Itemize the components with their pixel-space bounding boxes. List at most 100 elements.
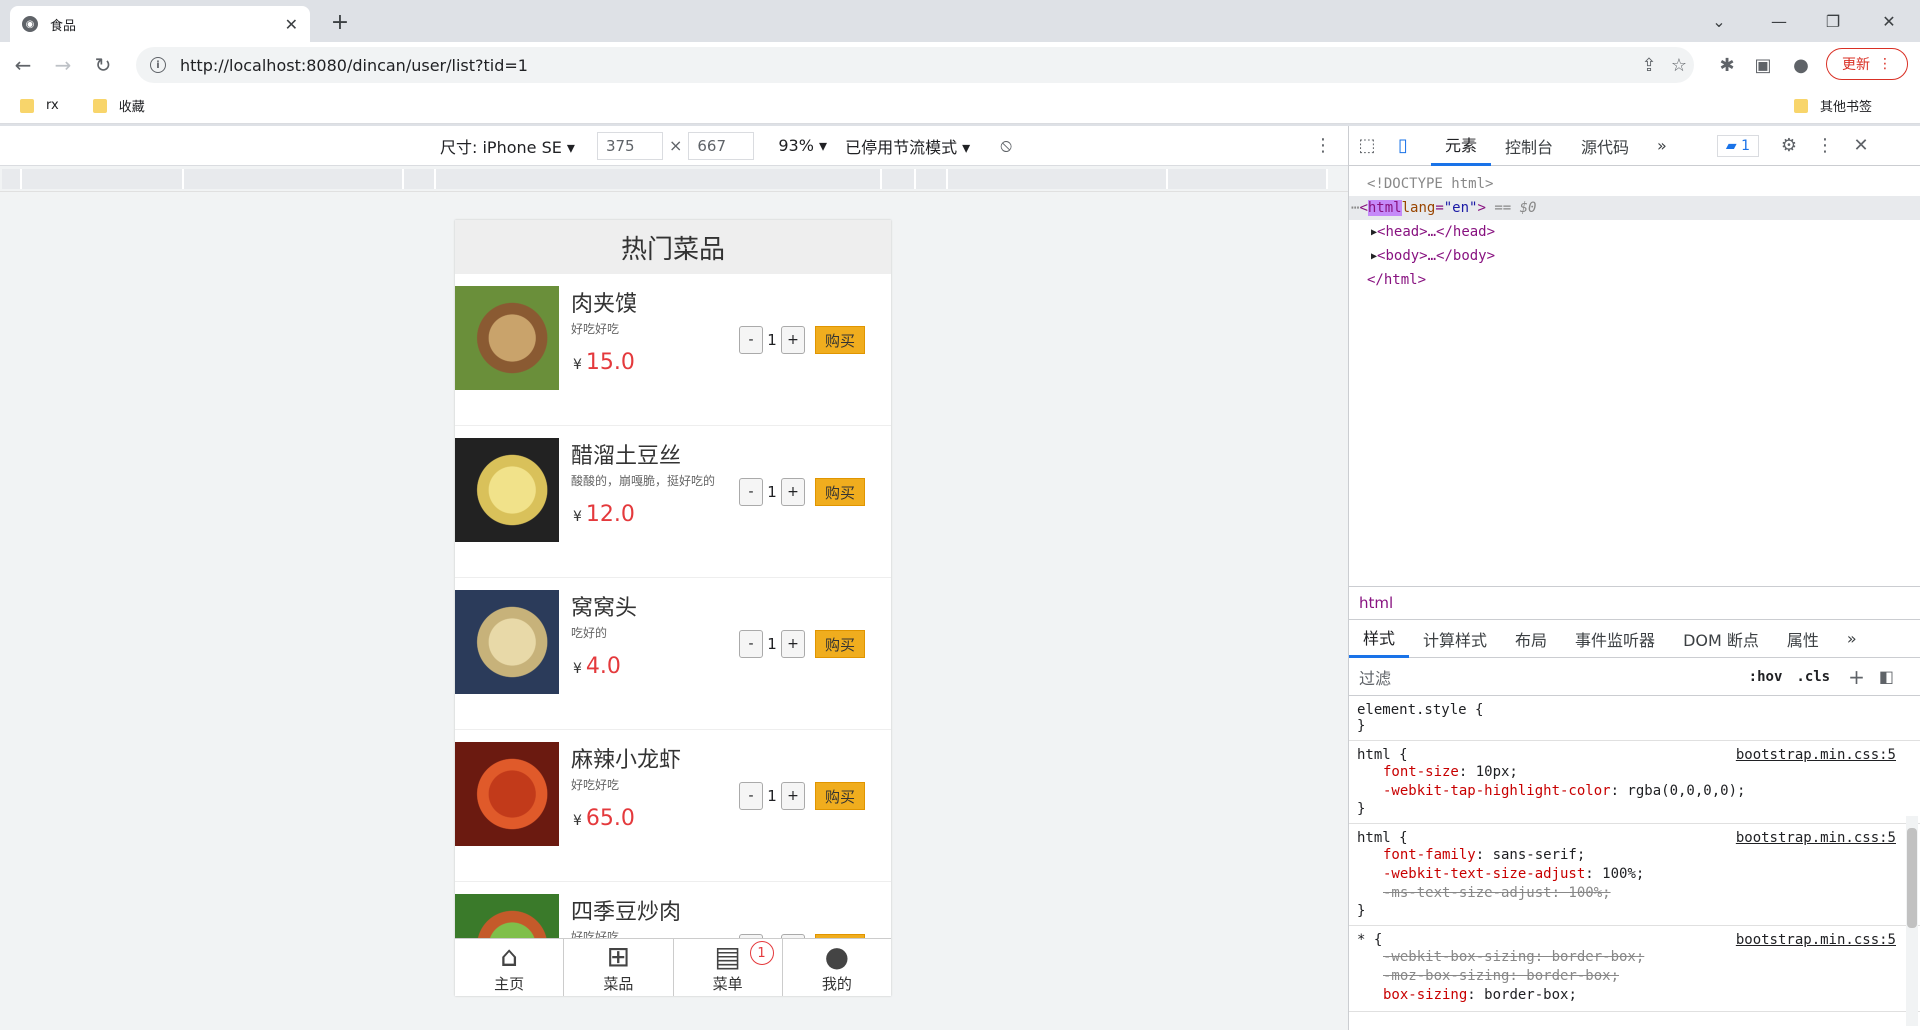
tab-dishes[interactable]: ⊞ 菜品 xyxy=(564,939,674,996)
quantity-value: 1 xyxy=(767,787,777,805)
bookmark-label: 其他书签 xyxy=(1820,100,1873,115)
more-subtabs-icon[interactable]: » xyxy=(1833,619,1871,659)
media-query-bar[interactable] xyxy=(0,166,1348,192)
inspect-icon[interactable]: ⬚ xyxy=(1349,126,1385,166)
minimize-button[interactable]: — xyxy=(1756,6,1802,36)
tab-styles[interactable]: 样式 xyxy=(1349,620,1410,658)
tab-elements[interactable]: 元素 xyxy=(1431,126,1492,166)
decrease-button[interactable]: - xyxy=(739,326,763,354)
decrease-button[interactable]: - xyxy=(739,630,763,658)
more-options-icon[interactable]: ⋮ xyxy=(1314,135,1332,156)
food-price: ¥12.0 xyxy=(573,502,635,527)
tab-console[interactable]: 控制台 xyxy=(1491,126,1567,166)
source-link[interactable]: bootstrap.min.css:5 xyxy=(1736,830,1896,846)
extensions-icon[interactable]: ✱ xyxy=(1712,50,1742,80)
close-devtools-icon[interactable]: ✕ xyxy=(1843,126,1879,166)
device-size-select[interactable]: 尺寸: iPhone SE ▾ xyxy=(440,134,575,158)
tab-layout[interactable]: 布局 xyxy=(1501,619,1561,659)
side-panel-icon[interactable]: ▣ xyxy=(1748,50,1778,80)
update-button[interactable]: 更新 ⋮ xyxy=(1826,48,1908,80)
reload-button[interactable]: ↻ xyxy=(86,48,120,82)
food-item: 窝窝头 吃好的 ¥4.0 -1 + 购买 xyxy=(455,578,891,730)
dom-doctype[interactable]: <!DOCTYPE html> xyxy=(1349,172,1920,196)
address-bar[interactable]: i http://localhost:8080/dincan/user/list… xyxy=(136,47,1694,83)
rule-html-1[interactable]: bootstrap.min.css:5 html { font-size: 10… xyxy=(1349,741,1920,824)
sidebar-toggle-icon[interactable]: ◧ xyxy=(1879,667,1894,686)
grid-icon: ⊞ xyxy=(606,940,631,973)
site-info-icon[interactable]: i xyxy=(150,57,166,73)
dom-html-node[interactable]: ⋯ < html lang = "en" > == $0 xyxy=(1349,196,1920,220)
close-window-button[interactable]: ✕ xyxy=(1866,6,1912,36)
devtools-menu-icon[interactable]: ⋮ xyxy=(1807,126,1843,166)
quantity-stepper: -1+ xyxy=(739,782,805,810)
increase-button[interactable]: + xyxy=(781,326,805,354)
decrease-button[interactable]: - xyxy=(739,782,763,810)
browser-toolbar: ← → ↻ i http://localhost:8080/dincan/use… xyxy=(0,42,1920,88)
dom-html-close[interactable]: </html> xyxy=(1349,268,1920,292)
quantity-stepper: -1+ xyxy=(739,630,805,658)
times-sign: × xyxy=(668,136,683,155)
buy-button[interactable]: 购买 xyxy=(815,326,865,354)
rotate-icon[interactable]: ⦸ xyxy=(1000,135,1012,156)
close-tab-icon[interactable]: ✕ xyxy=(285,15,298,34)
increase-button[interactable]: + xyxy=(781,782,805,810)
buy-button[interactable]: 购买 xyxy=(815,782,865,810)
throttle-select[interactable]: 已停用节流模式 ▾ xyxy=(845,134,970,158)
decrease-button[interactable]: - xyxy=(739,478,763,506)
settings-gear-icon[interactable]: ⚙ xyxy=(1771,126,1807,166)
issues-counter[interactable]: ▰ 1 xyxy=(1716,134,1759,157)
forward-button[interactable]: → xyxy=(46,48,80,82)
share-icon[interactable]: ⇪ xyxy=(1634,55,1664,76)
food-desc: 吃好的 xyxy=(571,626,608,640)
tab-sources[interactable]: 源代码 xyxy=(1567,126,1643,166)
tab-menu[interactable]: ▤ 菜单 1 xyxy=(674,939,783,996)
tab-event-listeners[interactable]: 事件监听器 xyxy=(1561,619,1669,659)
bookmark-other[interactable]: 其他书签 xyxy=(1794,96,1872,115)
tab-search-icon[interactable]: ⌄ xyxy=(1696,6,1742,36)
new-rule-icon[interactable]: + xyxy=(1848,665,1865,689)
style-rules: element.style { } bootstrap.min.css:5 ht… xyxy=(1349,696,1920,1026)
globe-icon: ◉ xyxy=(22,16,38,32)
increase-button[interactable]: + xyxy=(781,478,805,506)
quantity-value: 1 xyxy=(767,331,777,349)
cls-toggle[interactable]: .cls xyxy=(1796,669,1830,685)
new-tab-button[interactable]: + xyxy=(326,8,354,36)
device-toggle-icon[interactable]: ▯ xyxy=(1385,126,1421,166)
browser-tab[interactable]: ◉ 食品 ✕ xyxy=(10,6,310,42)
food-name: 四季豆炒肉 xyxy=(571,900,682,925)
tab-dom-breakpoints[interactable]: DOM 断点 xyxy=(1669,619,1773,659)
quantity-stepper: -1+ xyxy=(739,478,805,506)
tab-mine[interactable]: ● 我的 xyxy=(783,939,891,996)
source-link[interactable]: bootstrap.min.css:5 xyxy=(1736,747,1896,763)
bookmark-star-icon[interactable]: ☆ xyxy=(1664,55,1694,76)
restore-button[interactable]: ❐ xyxy=(1810,6,1856,36)
device-width-input[interactable]: 375 xyxy=(596,131,663,160)
device-viewport: 热门菜品 肉夹馍 好吃好吃 ¥15.0-1 + 购买 醋溜土豆丝 酸酸的，崩嘎脆，挺好吃的 ¥… xyxy=(0,192,1348,1030)
food-item: 麻辣小龙虾 好吃好吃 ¥65.0 -1 + 购买 xyxy=(455,730,891,882)
zoom-select[interactable]: 93% ▾ xyxy=(778,136,827,155)
filter-input[interactable]: 过滤 xyxy=(1359,665,1749,689)
device-height-input[interactable]: 667 xyxy=(688,131,755,160)
tab-properties[interactable]: 属性 xyxy=(1773,619,1833,659)
styles-scrollbar[interactable] xyxy=(1906,816,1918,1026)
bookmark-favorites[interactable]: 收藏 xyxy=(92,96,145,115)
hov-toggle[interactable]: :hov xyxy=(1749,669,1783,685)
back-button[interactable]: ← xyxy=(6,48,40,82)
dom-body-node[interactable]: ▶ <body>…</body> xyxy=(1349,244,1920,268)
bookmark-rx[interactable]: rx xyxy=(20,98,59,113)
breadcrumb[interactable]: html xyxy=(1349,586,1920,620)
buy-button[interactable]: 购买 xyxy=(815,630,865,658)
rule-universal[interactable]: bootstrap.min.css:5 * { -webkit-box-sizi… xyxy=(1349,926,1920,1012)
tab-computed[interactable]: 计算样式 xyxy=(1409,619,1501,659)
buy-button[interactable]: 购买 xyxy=(815,478,865,506)
tab-home[interactable]: ⌂ 主页 xyxy=(455,939,565,996)
food-photo xyxy=(455,742,559,846)
rule-element-style[interactable]: element.style { } xyxy=(1349,696,1920,741)
source-link[interactable]: bootstrap.min.css:5 xyxy=(1736,932,1896,948)
rule-html-2[interactable]: bootstrap.min.css:5 html { font-family: … xyxy=(1349,824,1920,926)
profile-icon[interactable]: ● xyxy=(1786,50,1816,80)
dom-head-node[interactable]: ▶ <head>…</head> xyxy=(1349,220,1920,244)
increase-button[interactable]: + xyxy=(781,630,805,658)
food-item: 醋溜土豆丝 酸酸的，崩嘎脆，挺好吃的 ¥12.0 -1 + 购买 xyxy=(455,426,891,578)
more-tabs-icon[interactable]: » xyxy=(1643,126,1681,166)
